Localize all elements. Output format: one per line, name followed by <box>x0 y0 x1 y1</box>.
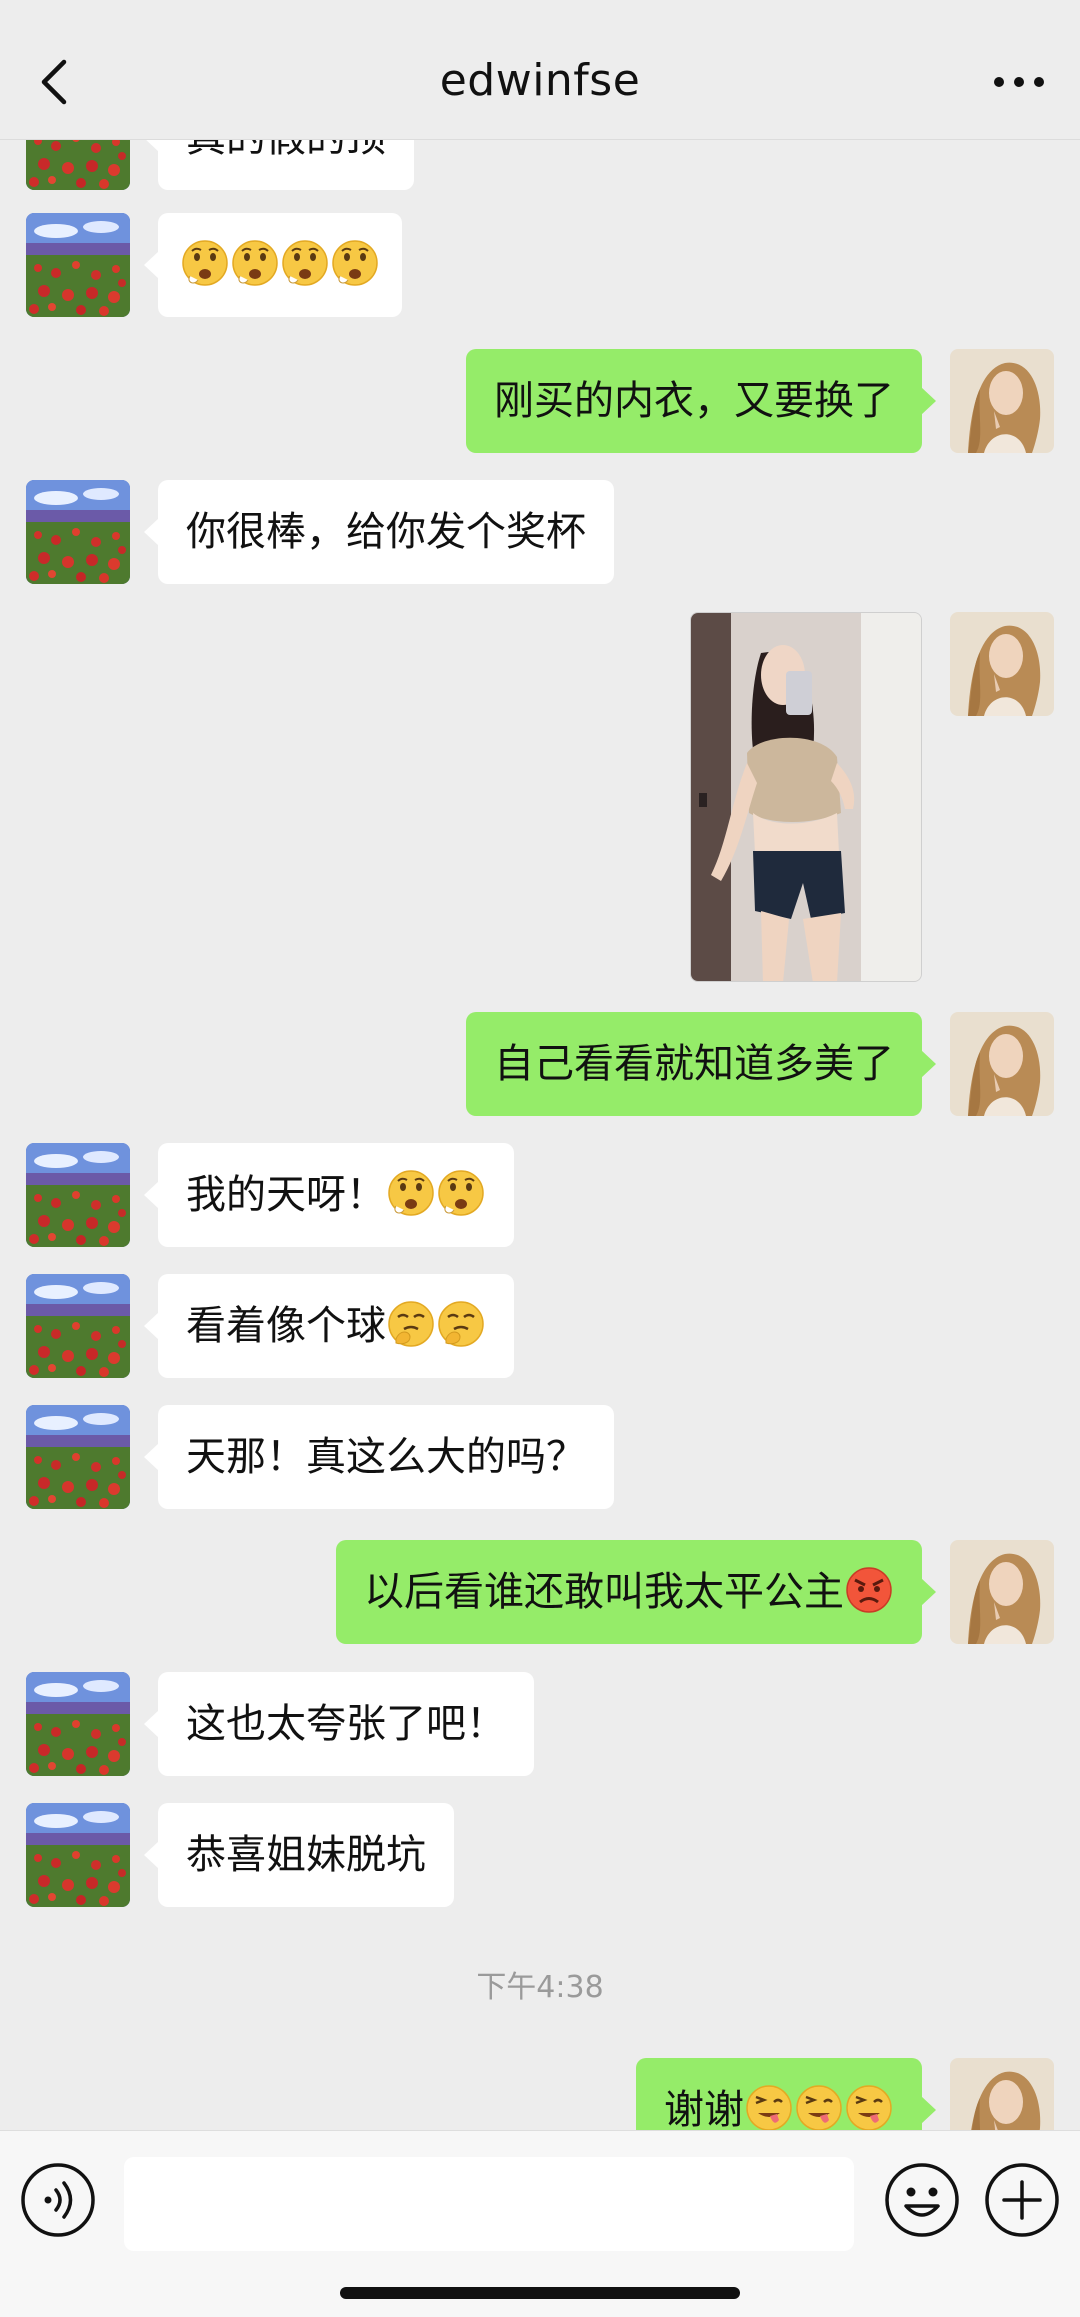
message-bubble[interactable]: 真的假的顶 <box>144 140 414 190</box>
emoji-button[interactable] <box>884 2162 960 2238</box>
surprised-face-emoji <box>280 238 330 288</box>
chat-title: edwinfse <box>439 55 641 106</box>
winking-tongue-emoji <box>744 2083 794 2130</box>
voice-button[interactable] <box>20 2162 96 2238</box>
selfie-photo <box>691 613 921 981</box>
angry-face-emoji <box>844 1565 894 1615</box>
thinking-face-emoji <box>386 1299 436 1349</box>
message-list[interactable]: 真的假的顶 刚买的内衣，又要换了 你很棒，给你发个奖杯 <box>0 140 1080 2130</box>
voice-icon <box>21 2163 95 2237</box>
surprised-face-emoji <box>330 238 380 288</box>
home-indicator[interactable] <box>340 2287 740 2299</box>
user-avatar[interactable] <box>950 1540 1054 1644</box>
user-avatar[interactable] <box>950 612 1054 716</box>
emoji-icon <box>885 2163 959 2237</box>
contact-avatar[interactable] <box>26 140 130 190</box>
message-bubble[interactable]: 看着像个球 <box>144 1274 514 1378</box>
winking-tongue-emoji <box>844 2083 894 2130</box>
surprised-face-emoji <box>436 1168 486 1218</box>
message-bubble[interactable]: 这也太夸张了吧！ <box>144 1672 534 1776</box>
contact-avatar[interactable] <box>26 1143 130 1247</box>
input-bar <box>0 2130 1080 2280</box>
contact-avatar[interactable] <box>26 213 130 317</box>
photo-message[interactable] <box>690 612 922 982</box>
user-avatar[interactable] <box>950 2058 1054 2130</box>
message-bubble[interactable]: 恭喜姐妹脱坑 <box>144 1803 454 1907</box>
more-dots-icon <box>994 77 1044 87</box>
message-bubble[interactable]: 我的天呀！ <box>144 1143 514 1247</box>
user-avatar[interactable] <box>950 349 1054 453</box>
message-bubble[interactable]: 自己看看就知道多美了 <box>466 1012 936 1116</box>
message-bubble[interactable]: 刚买的内衣，又要换了 <box>466 349 936 453</box>
message-timestamp: 下午4:38 <box>476 1970 604 2005</box>
message-bubble[interactable]: 你很棒，给你发个奖杯 <box>144 480 614 584</box>
surprised-face-emoji <box>180 238 230 288</box>
contact-avatar[interactable] <box>26 1274 130 1378</box>
message-input[interactable] <box>124 2157 854 2251</box>
message-bubble[interactable] <box>144 213 402 317</box>
surprised-face-emoji <box>230 238 280 288</box>
message-bubble[interactable]: 谢谢 <box>636 2058 936 2130</box>
surprised-face-emoji <box>386 1168 436 1218</box>
thinking-face-emoji <box>436 1299 486 1349</box>
plus-icon <box>985 2163 1059 2237</box>
contact-avatar[interactable] <box>26 1405 130 1509</box>
winking-tongue-emoji <box>794 2083 844 2130</box>
more-button[interactable] <box>984 60 1054 104</box>
message-bubble[interactable]: 以后看谁还敢叫我太平公主 <box>336 1540 936 1644</box>
plus-button[interactable] <box>984 2162 1060 2238</box>
contact-avatar[interactable] <box>26 480 130 584</box>
contact-avatar[interactable] <box>26 1672 130 1776</box>
chat-header: edwinfse <box>0 0 1080 140</box>
user-avatar[interactable] <box>950 1012 1054 1116</box>
message-bubble[interactable]: 天那！真这么大的吗？ <box>144 1405 614 1509</box>
contact-avatar[interactable] <box>26 1803 130 1907</box>
